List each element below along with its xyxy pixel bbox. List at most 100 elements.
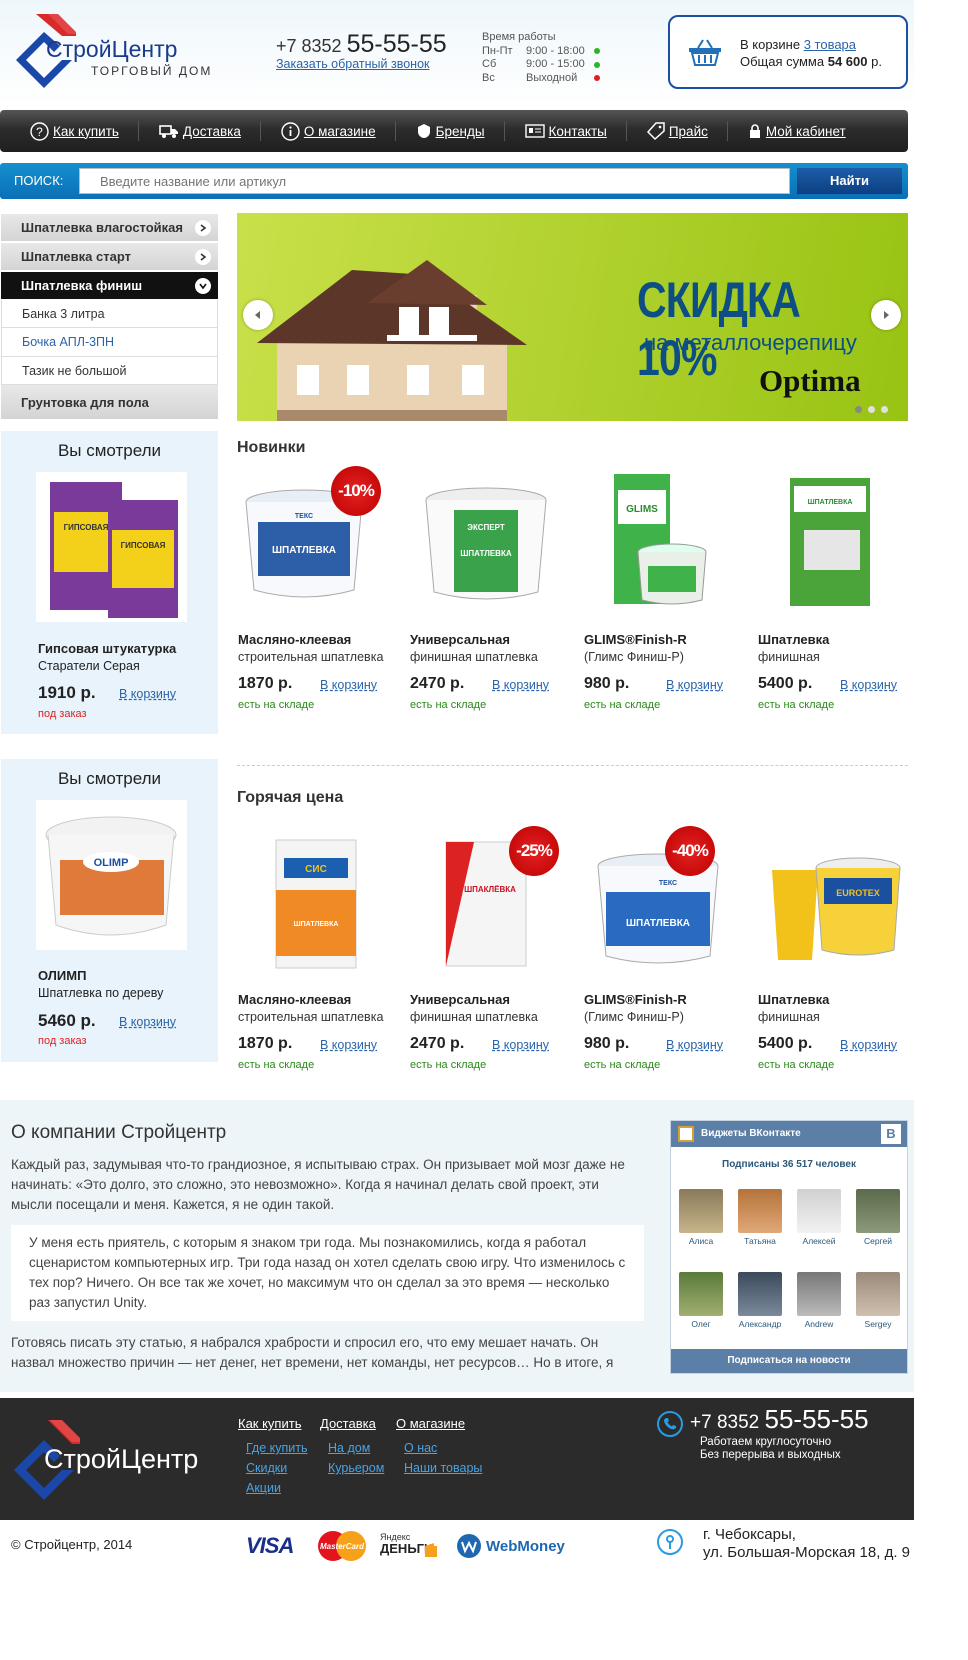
add-to-cart-link[interactable]: В корзину bbox=[320, 1038, 377, 1052]
footer-main-link[interactable]: Доставка bbox=[320, 1416, 384, 1431]
subcategory-item[interactable]: Банка 3 литра bbox=[1, 300, 218, 328]
product-name[interactable]: Универсальная bbox=[410, 632, 510, 647]
chevron-right-icon bbox=[195, 219, 211, 236]
footer-sub-link[interactable]: Акции bbox=[238, 1481, 308, 1495]
cart-widget[interactable]: В корзине 3 товара Общая сумма 54 600 р. bbox=[668, 15, 908, 89]
product-image[interactable]: EUROTEX bbox=[762, 830, 912, 980]
svg-text:?: ? bbox=[36, 125, 43, 139]
add-to-cart-link[interactable]: В корзину bbox=[492, 1038, 549, 1052]
footer-sub-link[interactable]: Наши товары bbox=[396, 1461, 482, 1475]
product-price: 5400 р. bbox=[758, 1035, 813, 1052]
product-image[interactable]: ШПАТЛЕВКА bbox=[764, 470, 914, 620]
nav-how-to-buy[interactable]: ? Как купить bbox=[0, 110, 139, 152]
product-image[interactable]: ЭКСПЕРТ ШПАТЛЕВКА bbox=[414, 470, 564, 620]
product-desc: финишная шпатлевка bbox=[410, 1010, 538, 1024]
slide-dot[interactable] bbox=[868, 406, 875, 413]
category-item[interactable]: Шпатлевка влагостойкая bbox=[1, 214, 218, 242]
slide-dot[interactable] bbox=[881, 406, 888, 413]
avatar bbox=[738, 1272, 782, 1316]
product-price: 5460 р. bbox=[38, 1011, 96, 1030]
add-to-cart-link[interactable]: В корзину bbox=[320, 678, 377, 692]
product-name[interactable]: Шпатлевка bbox=[758, 992, 829, 1007]
hours-row: Вс Выходной bbox=[482, 72, 600, 86]
cart-count-link[interactable]: 3 товара bbox=[804, 37, 856, 52]
product-image[interactable]: GLIMS bbox=[594, 470, 744, 620]
banner-next-button[interactable] bbox=[871, 300, 901, 330]
product-name[interactable]: GLIMS®Finish-R bbox=[584, 992, 687, 1007]
status-dot-icon bbox=[594, 48, 600, 55]
footer-sub-link[interactable]: Скидки bbox=[238, 1461, 308, 1475]
product-image[interactable]: СИС ШПАТЛЕВКА bbox=[240, 830, 390, 980]
product-desc: строительная шпатлевка bbox=[238, 650, 384, 664]
category-item[interactable]: Грунтовка для пола bbox=[1, 385, 218, 420]
product-name[interactable]: Масляно-клеевая bbox=[238, 992, 351, 1007]
nav-my-account[interactable]: Мой кабинет bbox=[728, 110, 866, 152]
banner-prev-button[interactable] bbox=[243, 300, 273, 330]
availability-note: под заказ bbox=[38, 708, 87, 720]
vk-user[interactable]: Александр bbox=[736, 1272, 784, 1329]
category-item-active[interactable]: Шпатлевка финиш bbox=[1, 272, 218, 300]
slide-dot[interactable] bbox=[855, 406, 862, 413]
product-name[interactable]: Универсальная bbox=[410, 992, 510, 1007]
svg-text:MasterCard: MasterCard bbox=[320, 1542, 365, 1551]
footer-column: Доставка На дом Курьером bbox=[320, 1416, 384, 1481]
product-name[interactable]: GLIMS®Finish-R bbox=[584, 632, 687, 647]
section-title: Новинки bbox=[237, 439, 306, 456]
footer-main-link[interactable]: Как купить bbox=[238, 1416, 308, 1431]
search-input[interactable] bbox=[79, 168, 790, 194]
subcategory-item[interactable]: Бочка АПЛ-3ПН bbox=[1, 328, 218, 357]
vk-user[interactable]: Олег bbox=[677, 1272, 725, 1329]
footer-sub-link[interactable]: Курьером bbox=[320, 1461, 384, 1475]
add-to-cart-link[interactable]: В корзину bbox=[666, 678, 723, 692]
vk-user[interactable]: Сергей bbox=[854, 1189, 902, 1246]
footer-column: Как купить Где купить Скидки Акции bbox=[238, 1416, 308, 1501]
vk-user[interactable]: Andrew bbox=[795, 1272, 843, 1329]
search-button[interactable]: Найти bbox=[797, 168, 902, 194]
add-to-cart-link[interactable]: В корзину bbox=[840, 678, 897, 692]
add-to-cart-link[interactable]: В корзину bbox=[119, 1015, 176, 1029]
product-name[interactable]: Гипсовая штукатурка bbox=[38, 641, 176, 656]
product-price: 1870 р. bbox=[238, 675, 293, 692]
vk-subscribe-button[interactable]: Подписаться на новости bbox=[671, 1349, 907, 1373]
add-to-cart-link[interactable]: В корзину bbox=[666, 1038, 723, 1052]
house-image bbox=[257, 260, 527, 421]
product-image[interactable]: ГИПСОВАЯ ГИПСОВАЯ bbox=[36, 472, 187, 622]
footer-sub-link[interactable]: Где купить bbox=[238, 1441, 308, 1455]
status-dot-icon bbox=[594, 75, 600, 82]
callback-link[interactable]: Заказать обратный звонок bbox=[276, 57, 430, 71]
add-to-cart-link[interactable]: В корзину bbox=[119, 687, 176, 701]
footer-sub-link[interactable]: О нас bbox=[396, 1441, 482, 1455]
vk-user[interactable]: Sergey bbox=[854, 1272, 902, 1329]
category-item[interactable]: Шпатлевка старт bbox=[1, 243, 218, 271]
nav-about-store[interactable]: О магазине bbox=[261, 110, 396, 152]
product-desc: финишная bbox=[758, 1010, 820, 1024]
discount-badge: -25% bbox=[509, 826, 559, 876]
vk-user[interactable]: Алиса bbox=[677, 1189, 725, 1246]
svg-text:ГИПСОВАЯ: ГИПСОВАЯ bbox=[121, 541, 166, 550]
footer-logo-name[interactable]: СтройЦентр bbox=[44, 1444, 198, 1475]
avatar bbox=[797, 1189, 841, 1233]
vk-user[interactable]: Алексей bbox=[795, 1189, 843, 1246]
footer-main-link[interactable]: О магазине bbox=[396, 1416, 482, 1431]
subcategory-item[interactable]: Тазик не большой bbox=[1, 357, 218, 385]
product-name[interactable]: ОЛИМП bbox=[38, 968, 86, 983]
vk-user[interactable]: Татьяна bbox=[736, 1189, 784, 1246]
footer-sub-link[interactable]: На дом bbox=[320, 1441, 384, 1455]
nav-delivery[interactable]: Доставка bbox=[139, 110, 261, 152]
avatar bbox=[797, 1272, 841, 1316]
nav-contacts[interactable]: Контакты bbox=[505, 110, 628, 152]
footer-column: О магазине О нас Наши товары bbox=[396, 1416, 482, 1481]
logo-name[interactable]: СтройЦентр bbox=[46, 36, 177, 63]
promo-banner[interactable]: СКИДКА 10% на металлочерепицу Optima bbox=[237, 213, 908, 421]
add-to-cart-link[interactable]: В корзину bbox=[840, 1038, 897, 1052]
vk-subscribers[interactable]: Подписаны 36 517 человек bbox=[671, 1159, 907, 1170]
nav-price[interactable]: Прайс bbox=[627, 110, 728, 152]
product-name[interactable]: Масляно-клеевая bbox=[238, 632, 351, 647]
add-to-cart-link[interactable]: В корзину bbox=[492, 678, 549, 692]
product-name[interactable]: Шпатлевка bbox=[758, 632, 829, 647]
product-image[interactable]: OLIMP bbox=[36, 800, 187, 950]
nav-brands[interactable]: Бренды bbox=[396, 110, 505, 152]
vk-logo-icon[interactable]: B bbox=[881, 1124, 901, 1144]
product-card: ЭКСПЕРТ ШПАТЛЕВКА Универсальная финишная … bbox=[410, 470, 580, 720]
footer-phone: +7 8352 55-55-55 bbox=[690, 1404, 869, 1434]
